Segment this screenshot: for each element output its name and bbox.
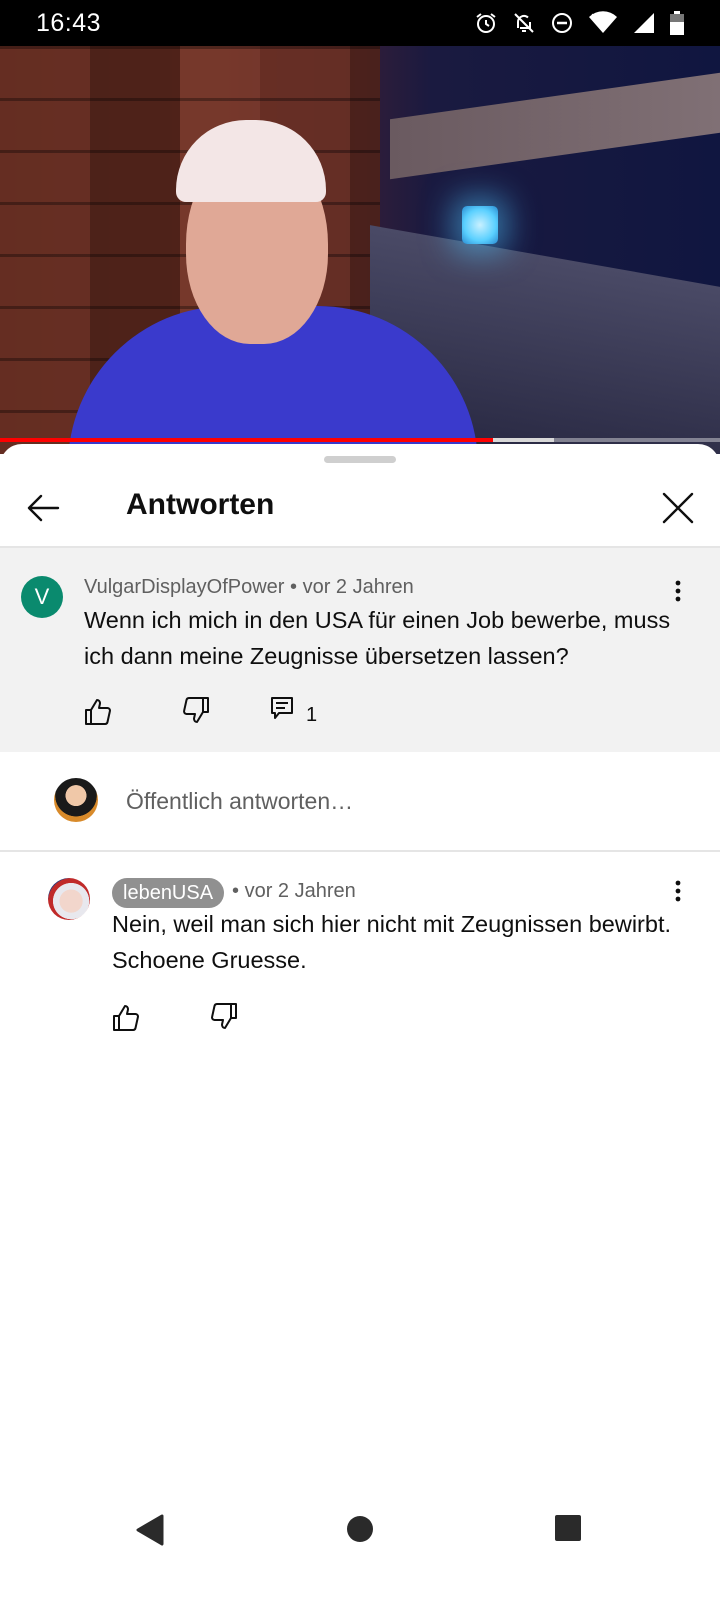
reply-input[interactable] xyxy=(124,780,688,822)
comment-meta: VulgarDisplayOfPower • vor 2 Jahren xyxy=(84,576,414,599)
system-nav-bar xyxy=(0,1514,720,1600)
close-button[interactable] xyxy=(656,486,700,530)
reply-author-chip[interactable]: lebenUSA xyxy=(112,878,225,908)
drag-handle[interactable] xyxy=(324,456,396,463)
comment-icon xyxy=(271,697,293,719)
reply-input-row xyxy=(0,752,720,852)
nav-recents-button[interactable] xyxy=(554,1514,582,1547)
reply-author: lebenUSA xyxy=(123,881,214,904)
replies-sheet: Antworten V VulgarDisplayOfPower • vor 2… xyxy=(0,444,720,1600)
thumbs-up-icon xyxy=(85,699,111,725)
avatar-letter: V xyxy=(34,584,50,609)
comment-text: Wenn ich mich in den USA für einen Job b… xyxy=(84,607,671,669)
video-frame-lamp xyxy=(462,206,498,244)
video-progress-bar[interactable] xyxy=(0,438,720,442)
more-vert-icon xyxy=(675,880,681,902)
battery-icon xyxy=(670,11,684,35)
status-icons xyxy=(474,11,684,35)
user-avatar xyxy=(54,778,98,822)
dislike-button[interactable] xyxy=(180,694,212,726)
alarm-icon xyxy=(476,13,496,33)
back-button[interactable] xyxy=(22,486,66,530)
comment-author[interactable]: VulgarDisplayOfPower xyxy=(84,576,284,598)
circle-home-icon xyxy=(347,1516,373,1542)
more-vert-icon xyxy=(675,580,681,602)
comment-time: vor 2 Jahren xyxy=(302,576,414,598)
video-progress-fill xyxy=(0,438,493,442)
thumbs-down-icon xyxy=(211,1003,237,1029)
video-buffer-bar xyxy=(493,438,554,442)
sheet-title: Antworten xyxy=(126,488,275,521)
do-not-disturb-icon xyxy=(552,13,572,33)
close-icon xyxy=(662,492,694,524)
reply-count: 1 xyxy=(306,704,318,726)
reply-menu-button[interactable] xyxy=(666,876,690,906)
bell-off-icon xyxy=(514,13,534,33)
video-frame-shelf xyxy=(390,72,720,180)
wifi-icon xyxy=(589,11,617,33)
meta-separator: • xyxy=(232,880,240,902)
nav-back-button[interactable] xyxy=(134,1512,166,1553)
like-button[interactable] xyxy=(82,696,114,728)
reply-dislike-button[interactable] xyxy=(208,1000,240,1032)
thumbs-down-icon xyxy=(183,697,209,723)
status-bar: 16:43 xyxy=(0,0,720,46)
signal-icon xyxy=(634,13,654,33)
parent-comment: V VulgarDisplayOfPower • vor 2 Jahren We… xyxy=(0,548,720,752)
reply-like-button[interactable] xyxy=(110,1002,142,1034)
square-recents-icon xyxy=(555,1515,581,1541)
reply-text: Nein, weil man sich hier nicht mit Zeugn… xyxy=(112,911,672,973)
avatar[interactable]: V xyxy=(21,576,63,618)
video-player[interactable] xyxy=(0,46,720,454)
reply-meta: • vor 2 Jahren xyxy=(232,880,356,903)
sheet-header: Antworten xyxy=(0,472,720,548)
arrow-left-icon xyxy=(27,494,60,522)
status-time: 16:43 xyxy=(36,8,102,37)
reply-time: vor 2 Jahren xyxy=(244,880,356,902)
triangle-back-icon xyxy=(136,1514,164,1546)
reply-avatar[interactable] xyxy=(48,878,90,920)
replies-button[interactable] xyxy=(270,696,302,728)
thumbs-up-icon xyxy=(113,1005,139,1031)
nav-home-button[interactable] xyxy=(346,1515,374,1548)
meta-separator: • xyxy=(290,576,298,598)
